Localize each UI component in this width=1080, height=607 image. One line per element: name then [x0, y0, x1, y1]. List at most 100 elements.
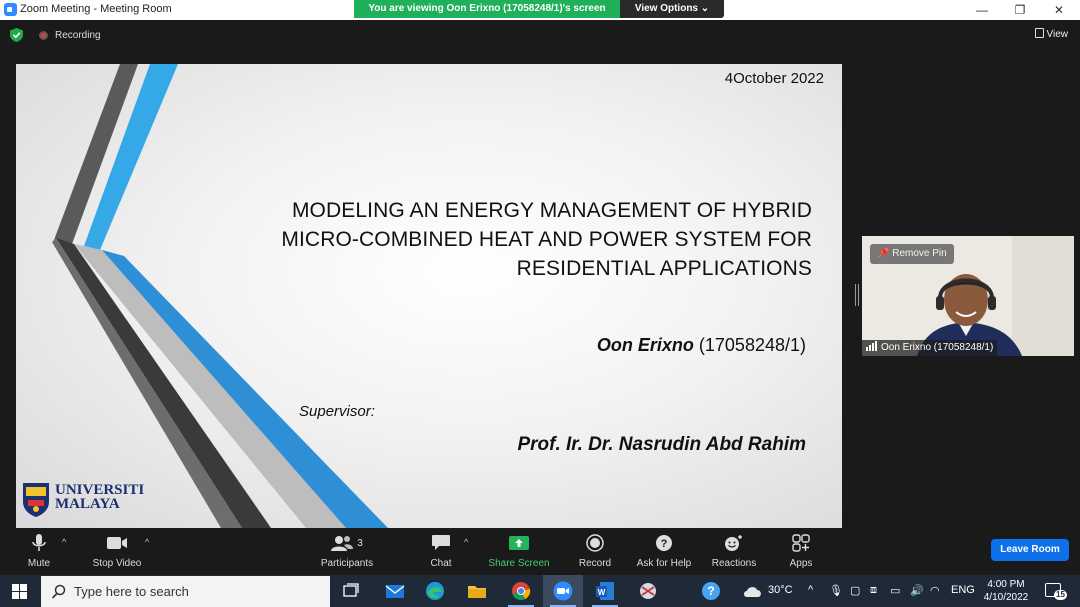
ask-for-help-label: Ask for Help	[636, 558, 692, 569]
chat-label: Chat	[430, 558, 452, 569]
slide-title: MODELING AN ENERGY MANAGEMENT OF HYBRID …	[256, 196, 812, 283]
wifi-tray-icon[interactable]: ◠	[930, 584, 940, 597]
participant-video-tile[interactable]: 📌 Remove Pin Oon Erixno (17058248/1)	[862, 236, 1074, 356]
zoom-window: Zoom Meeting - Meeting Room — ❐ ✕ You ar…	[0, 0, 1080, 607]
clock-date: 4/10/2022	[983, 592, 1029, 603]
video-options-caret-icon[interactable]: ^	[145, 537, 149, 547]
view-options-label: View Options	[634, 3, 698, 14]
zoom-app-taskbar-icon[interactable]	[552, 580, 574, 602]
panel-resize-handle[interactable]	[855, 284, 859, 306]
svg-text:?: ?	[661, 538, 668, 550]
ask-for-help-button[interactable]: ? Ask for Help	[629, 532, 699, 569]
close-button[interactable]: ✕	[1043, 0, 1075, 20]
slide-title-line: MICRO-COMBINED HEAT AND POWER SYSTEM FOR	[281, 228, 812, 251]
weather-cloud-icon[interactable]	[742, 583, 764, 599]
input-language[interactable]: ENG	[951, 584, 975, 596]
record-icon	[586, 534, 604, 552]
windows-taskbar: Type here to search W ? 30°C ^ 🎙 ▢ ⧈ ▭ 🔊…	[0, 575, 1080, 607]
search-icon	[51, 584, 66, 599]
presenter-id: (17058248/1)	[698, 335, 806, 355]
chat-bubble-icon	[432, 535, 450, 550]
university-crest-icon	[23, 483, 49, 517]
security-shield-icon[interactable]	[10, 28, 23, 42]
leave-room-button[interactable]: Leave Room	[991, 539, 1069, 561]
windows-start-icon[interactable]	[12, 584, 27, 599]
participants-icon	[331, 536, 354, 551]
chevron-down-icon: ⌄	[700, 3, 710, 14]
record-button[interactable]: Record	[560, 532, 630, 569]
chrome-browser-icon[interactable]	[510, 580, 532, 602]
participants-label: Participants	[320, 558, 374, 569]
view-label: View	[1046, 29, 1069, 40]
minimize-button[interactable]: —	[966, 0, 998, 20]
slide-date: 4October 2022	[724, 70, 824, 87]
view-button[interactable]: View	[1034, 28, 1069, 40]
share-screen-button[interactable]: Share Screen	[484, 532, 554, 569]
notification-count: 15	[1054, 590, 1067, 600]
audio-options-caret-icon[interactable]: ^	[62, 537, 66, 547]
recording-label[interactable]: Recording	[55, 30, 101, 41]
mail-app-icon[interactable]	[384, 580, 406, 602]
file-explorer-icon[interactable]	[466, 580, 488, 602]
pin-icon: 📌	[877, 248, 890, 259]
logo-text: UNIVERSITI MALAYA	[55, 482, 145, 512]
view-options-button[interactable]: View Options ⌄	[620, 0, 724, 18]
reactions-smiley-icon	[725, 535, 742, 551]
screen-share-banner: You are viewing Oon Erixno (17058248/1)'…	[354, 0, 620, 18]
record-label: Record	[578, 558, 612, 569]
snipping-tool-icon[interactable]	[637, 580, 659, 602]
apps-grid-icon	[792, 534, 810, 552]
zoom-app-icon	[4, 3, 17, 16]
slide-title-line: MODELING AN ENERGY MANAGEMENT OF HYBRID	[291, 199, 812, 222]
recording-dot-icon	[39, 31, 48, 40]
notification-center-icon[interactable]: 15	[1045, 583, 1067, 600]
reactions-label: Reactions	[711, 558, 757, 569]
meeting-top-strip: Recording View	[0, 20, 1080, 52]
participants-button[interactable]: 3 Participants	[312, 532, 382, 569]
svg-text:?: ?	[707, 584, 714, 598]
presenter-line: Oon Erixno (17058248/1)	[597, 335, 806, 356]
edge-browser-icon[interactable]	[424, 580, 446, 602]
clock-time: 4:00 PM	[987, 579, 1025, 590]
supervisor-label: Supervisor:	[299, 403, 375, 420]
share-screen-label: Share Screen	[488, 558, 550, 569]
window-title: Zoom Meeting - Meeting Room	[20, 3, 172, 15]
weather-temperature[interactable]: 30°C	[768, 584, 793, 596]
word-app-icon[interactable]: W	[594, 580, 616, 602]
help-question-icon: ?	[656, 535, 672, 551]
chat-options-caret-icon[interactable]: ^	[464, 537, 468, 547]
participant-name-label: Oon Erixno (17058248/1)	[862, 340, 998, 356]
battery-tray-icon[interactable]: ▭	[890, 584, 900, 597]
svg-text:W: W	[598, 588, 606, 597]
show-hidden-icons-caret[interactable]: ^	[808, 584, 813, 596]
microphone-tray-icon[interactable]: 🎙	[829, 584, 843, 597]
slide-decoration-stripes	[52, 64, 388, 528]
slide-title-line: RESIDENTIAL APPLICATIONS	[516, 257, 812, 280]
search-placeholder: Type here to search	[74, 584, 189, 599]
reactions-button[interactable]: Reactions	[699, 532, 769, 569]
stop-video-button[interactable]: Stop Video	[82, 532, 152, 569]
remove-pin-button[interactable]: 📌 Remove Pin	[870, 244, 954, 264]
view-layout-icon	[1034, 28, 1044, 38]
taskbar-search-box[interactable]: Type here to search	[41, 576, 330, 607]
stop-video-label: Stop Video	[92, 558, 142, 569]
volume-tray-icon[interactable]: 🔊	[910, 584, 924, 597]
apps-button[interactable]: Apps	[766, 532, 836, 569]
signal-strength-icon	[866, 341, 878, 356]
logo-line: UNIVERSITI	[55, 482, 145, 498]
share-screen-icon	[509, 536, 529, 550]
shared-screen-slide: 4October 2022 MODELING AN ENERGY MANAGEM…	[16, 64, 842, 528]
help-app-icon[interactable]: ?	[700, 580, 722, 602]
presenter-name: Oon Erixno	[596, 335, 694, 355]
taskbar-clock[interactable]: 4:00 PM 4/10/2022	[981, 578, 1031, 604]
video-camera-icon	[107, 537, 127, 549]
logo-line: MALAYA	[55, 496, 120, 512]
network-tray-icon[interactable]: ⧈	[870, 584, 877, 597]
meeting-toolbar: Mute ^ Stop Video ^ 3 Participants Chat …	[0, 530, 1080, 574]
participants-count: 3	[357, 537, 363, 549]
task-view-icon[interactable]	[340, 580, 362, 602]
restore-button[interactable]: ❐	[1004, 0, 1036, 20]
remove-pin-label: Remove Pin	[892, 248, 947, 259]
bluetooth-tray-icon[interactable]: ▢	[850, 584, 860, 597]
universiti-malaya-logo: UNIVERSITI MALAYA	[22, 482, 152, 522]
